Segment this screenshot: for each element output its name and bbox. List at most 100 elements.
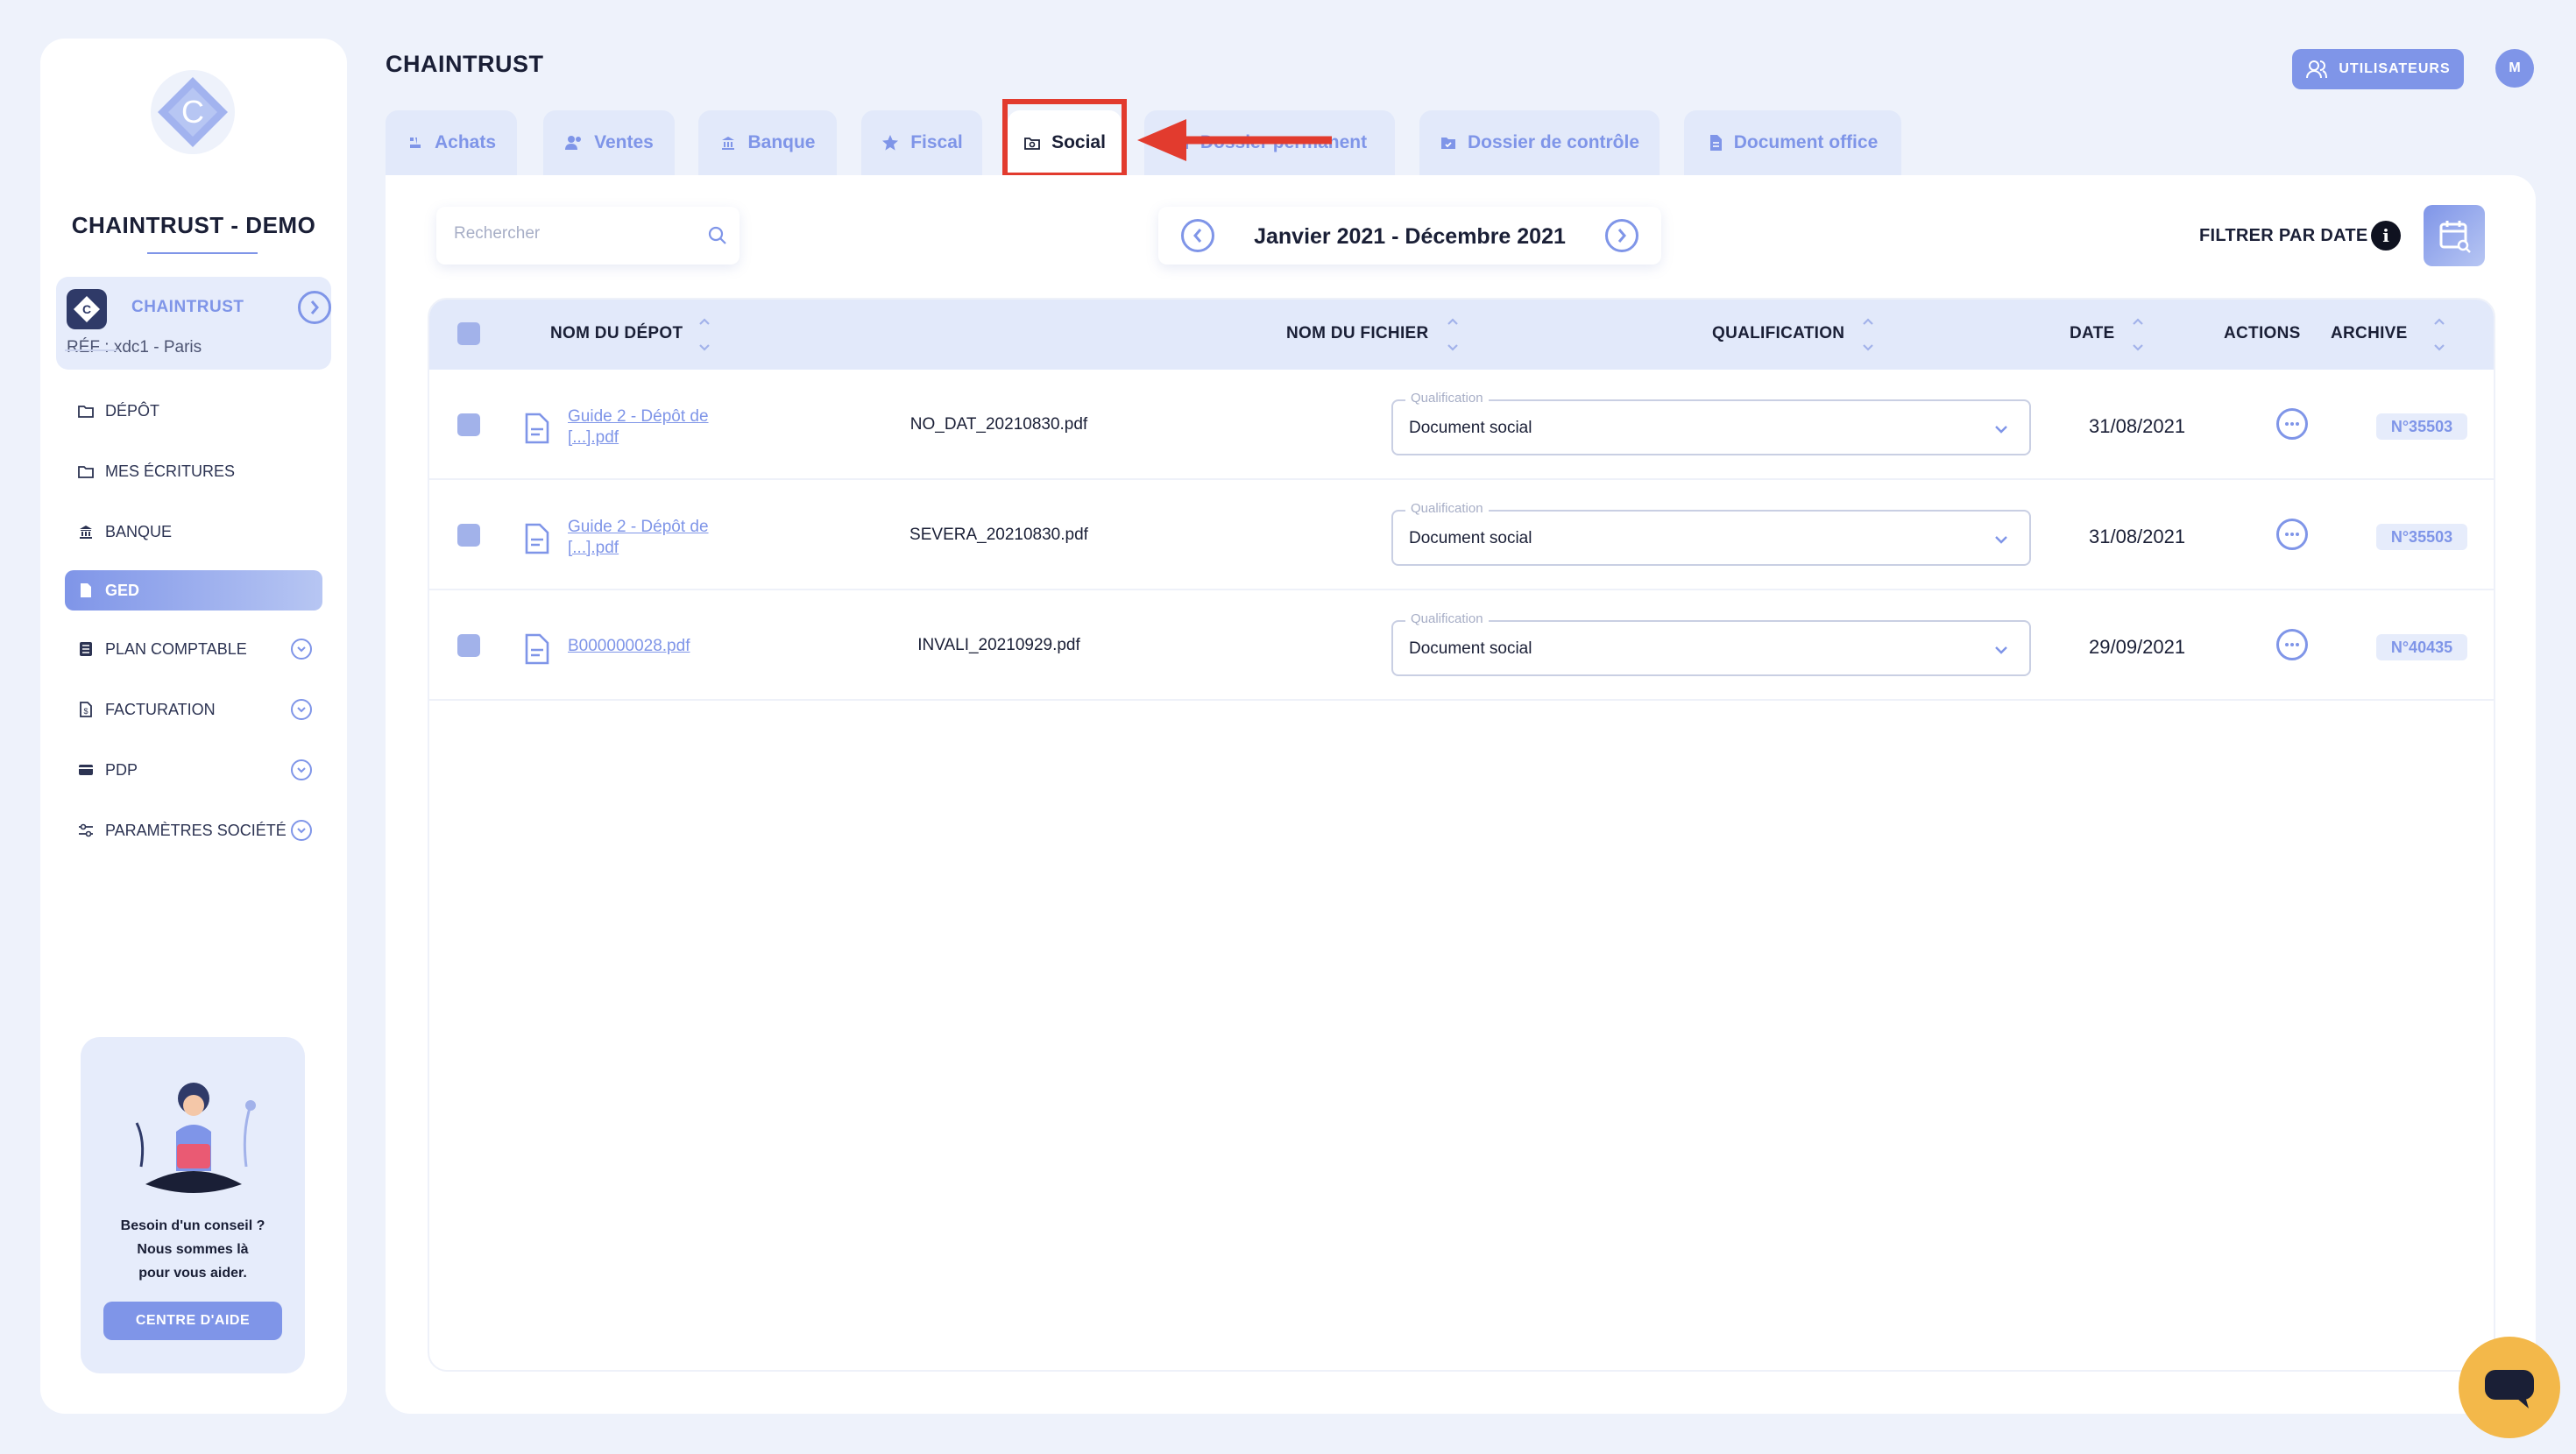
archive-badge[interactable]: N°35503 xyxy=(2376,524,2467,550)
qualification-label: Qualification xyxy=(1405,391,1489,406)
depot-link[interactable]: Guide 2 - Dépôt de [...].pdf xyxy=(568,517,761,559)
help-text: Besoin d'un conseil ? Nous sommes là pou… xyxy=(120,1218,265,1281)
select-all-checkbox[interactable] xyxy=(457,322,480,345)
sidebar-item-mes-ecritures[interactable]: MES ÉCRITURES xyxy=(65,449,322,493)
sidebar-item-label: MES ÉCRITURES xyxy=(105,462,236,480)
row-actions-button[interactable] xyxy=(2276,629,2308,660)
tab-document-office[interactable]: Document office xyxy=(1684,110,1901,175)
chevron-down-icon[interactable] xyxy=(291,699,312,720)
star-icon xyxy=(882,135,899,151)
sidebar-item-banque[interactable]: BANQUE xyxy=(65,510,322,554)
help-center-button[interactable]: CENTRE D'AIDE xyxy=(103,1302,282,1340)
users-icon xyxy=(2306,60,2328,79)
sort-icon[interactable] xyxy=(2432,312,2446,357)
chevron-down-icon[interactable] xyxy=(291,820,312,841)
sort-icon[interactable] xyxy=(2131,312,2145,357)
info-icon[interactable]: i xyxy=(2371,221,2401,251)
sidebar-item-ged[interactable]: GED xyxy=(65,570,322,611)
chevron-down-icon xyxy=(1995,426,2007,434)
users-icon xyxy=(565,136,582,150)
chevron-down-icon[interactable] xyxy=(291,759,312,780)
next-period-button[interactable] xyxy=(1605,219,1638,252)
more-dots-icon xyxy=(2285,422,2299,426)
sidebar-item-facturation[interactable]: $ FACTURATION xyxy=(65,688,322,731)
sidebar-item-pdp[interactable]: PDP xyxy=(65,748,322,792)
ledger-icon xyxy=(80,642,92,656)
sort-icon[interactable] xyxy=(1446,312,1460,357)
tab-label: Document office xyxy=(1733,132,1879,152)
svg-text:C: C xyxy=(82,302,91,316)
tab-ventes[interactable]: Ventes xyxy=(543,110,675,175)
tab-fiscal[interactable]: Fiscal xyxy=(861,110,982,175)
annotation-arrow-icon xyxy=(1137,119,1332,161)
qualification-value: Document social xyxy=(1409,529,1532,547)
sidebar-item-parametres-societe[interactable]: PARAMÈTRES SOCIÉTÉ xyxy=(65,808,322,852)
more-dots-icon xyxy=(2285,643,2299,646)
chevron-down-icon[interactable] xyxy=(291,639,312,660)
row-date: 31/08/2021 xyxy=(2089,526,2186,547)
users-button[interactable]: UTILISATEURS xyxy=(2292,49,2464,89)
table-row: Guide 2 - Dépôt de [...].pdf NO_DAT_20210… xyxy=(429,370,2494,480)
sort-icon[interactable] xyxy=(1861,312,1875,357)
document-icon xyxy=(1709,135,1722,151)
tab-banque[interactable]: Banque xyxy=(698,110,837,175)
chevron-right-icon xyxy=(1617,229,1626,243)
column-header-qualification[interactable]: QUALIFICATION xyxy=(1712,324,1844,343)
company-card[interactable]: C CHAINTRUST RÉF : xdc1 - Paris xyxy=(56,277,331,370)
row-actions-button[interactable] xyxy=(2276,519,2308,550)
archive-badge[interactable]: N°35503 xyxy=(2376,413,2467,440)
file-name: INVALI_20210929.pdf xyxy=(917,636,1080,654)
file-icon xyxy=(525,523,549,554)
sidebar-divider xyxy=(65,349,117,351)
column-header-date[interactable]: DATE xyxy=(2070,324,2115,343)
sidebar-item-depot[interactable]: DÉPÔT xyxy=(65,389,322,433)
tab-label: Dossier de contrôle xyxy=(1467,132,1640,152)
date-range-label: Janvier 2021 - Décembre 2021 xyxy=(1254,224,1566,249)
depot-link[interactable]: B000000028.pdf xyxy=(568,636,761,657)
tab-achats[interactable]: Achats xyxy=(386,110,517,175)
page-title: CHAINTRUST xyxy=(386,51,544,77)
qualification-select[interactable]: Qualification Document social xyxy=(1391,501,2031,566)
users-button-label: UTILISATEURS xyxy=(2339,61,2451,76)
file-icon xyxy=(525,633,549,665)
chaintrust-logo-icon: C xyxy=(151,70,235,154)
user-avatar[interactable]: M xyxy=(2495,49,2534,88)
sidebar: C CHAINTRUST - DEMO C CHAINTRUST RÉF : x… xyxy=(40,39,347,1414)
qualification-select[interactable]: Qualification Document social xyxy=(1391,611,2031,676)
row-actions-button[interactable] xyxy=(2276,408,2308,440)
depot-link[interactable]: Guide 2 - Dépôt de [...].pdf xyxy=(568,406,761,448)
company-ref: RÉF : xdc1 - Paris xyxy=(67,338,202,356)
sidebar-item-label: PDP xyxy=(105,760,138,779)
chat-icon xyxy=(2485,1370,2534,1408)
column-header-file[interactable]: NOM DU FICHIER xyxy=(1286,324,1429,343)
folder-sync-icon xyxy=(78,466,94,478)
company-name: CHAINTRUST - DEMO xyxy=(71,212,316,238)
row-checkbox[interactable] xyxy=(457,634,480,657)
qualification-label: Qualification xyxy=(1405,501,1489,516)
archive-badge[interactable]: N°40435 xyxy=(2376,634,2467,660)
column-header-depot[interactable]: NOM DU DÉPOT xyxy=(550,324,683,343)
help-card: Besoin d'un conseil ? Nous sommes là pou… xyxy=(81,1037,305,1373)
chat-widget-button[interactable] xyxy=(2459,1337,2560,1438)
table-header: NOM DU DÉPOT NOM DU FICHIER QUALIFICATIO… xyxy=(429,300,2494,370)
sidebar-item-label: GED xyxy=(105,581,140,599)
calendar-filter-button[interactable] xyxy=(2424,205,2485,266)
annotation-highlight-box xyxy=(1002,99,1127,178)
sort-icon[interactable] xyxy=(697,312,711,357)
tab-dossier-de-controle[interactable]: Dossier de contrôle xyxy=(1419,110,1660,175)
sidebar-item-label: FACTURATION xyxy=(105,700,216,718)
row-checkbox[interactable] xyxy=(457,413,480,436)
row-checkbox[interactable] xyxy=(457,524,480,547)
file-icon xyxy=(525,413,549,444)
qualification-select[interactable]: Qualification Document social xyxy=(1391,391,2031,455)
qualification-value: Document social xyxy=(1409,639,1532,658)
table-row: Guide 2 - Dépôt de [...].pdf SEVERA_20210… xyxy=(429,480,2494,590)
search-input[interactable] xyxy=(454,224,699,244)
sidebar-item-plan-comptable[interactable]: PLAN COMPTABLE xyxy=(65,627,322,671)
row-date: 31/08/2021 xyxy=(2089,415,2186,437)
table-row: B000000028.pdf INVALI_20210929.pdf Quali… xyxy=(429,590,2494,701)
search-icon[interactable] xyxy=(708,226,727,245)
date-range-navigator: Janvier 2021 - Décembre 2021 xyxy=(1158,207,1661,265)
company-switch-button[interactable] xyxy=(298,291,331,324)
column-header-archive[interactable]: ARCHIVE xyxy=(2331,324,2408,343)
